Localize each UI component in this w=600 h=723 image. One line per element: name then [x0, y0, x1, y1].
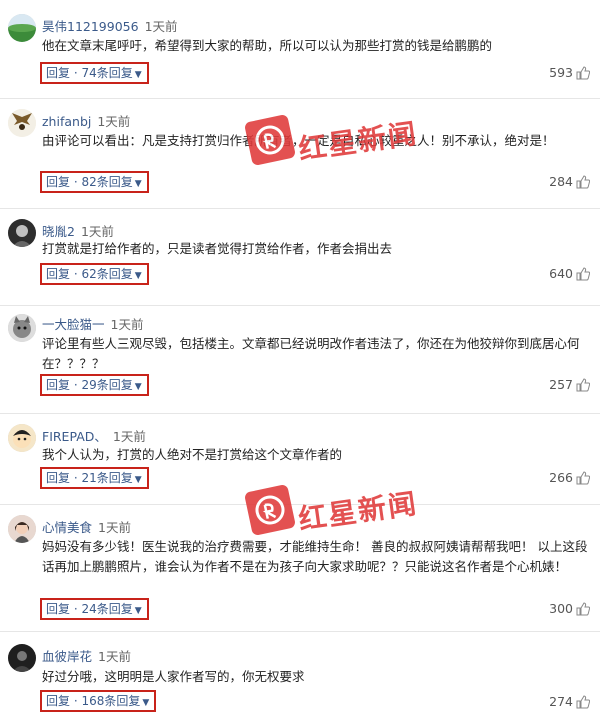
like-count: 274: [549, 694, 573, 709]
like-button[interactable]: 593: [549, 65, 590, 80]
eagle-avatar-icon[interactable]: [8, 109, 36, 137]
comment-text: 评论里有些人三观尽毁，包括楼主。文章都已经说明改作者违法了，你还在为他狡辩你到底…: [42, 336, 580, 371]
username[interactable]: 昊伟112199056: [42, 19, 139, 34]
like-count: 640: [549, 266, 573, 281]
comment-text: 由评论可以看出：凡是支持打赏归作者所有者，一定是自私心较重之人！别不承认，绝对是…: [42, 133, 555, 148]
like-button[interactable]: 274: [549, 694, 590, 709]
reply-label: 回复 · 168条回复: [46, 694, 141, 708]
comment-item: 血彼岸花 1天前 好过分哦，这明明是人家作者写的，你无权要求 回复 · 168条回…: [0, 632, 600, 723]
reply-label: 回复 · 82条回复: [46, 175, 133, 189]
like-count: 593: [549, 65, 573, 80]
reply-label: 回复 · 62条回复: [46, 267, 133, 281]
comment-text: 打赏就是打给作者的，只是读者觉得打赏给作者，作者会捐出去: [42, 241, 393, 256]
comment-meta: FIREPAD、 1天前: [42, 426, 146, 445]
comment-meta: 血彼岸花 1天前: [42, 646, 131, 665]
reply-button[interactable]: 回复 · 62条回复 ▼: [40, 263, 149, 285]
reply-button[interactable]: 回复 · 21条回复 ▼: [40, 467, 149, 489]
thumbs-up-icon: [576, 65, 590, 79]
comment-item: 一大脸猫一 1天前 评论里有些人三观尽毁，包括楼主。文章都已经说明改作者违法了，你…: [0, 306, 600, 414]
username[interactable]: zhifanbj: [42, 114, 91, 129]
chevron-down-icon: ▼: [134, 271, 142, 281]
timestamp: 1天前: [98, 520, 131, 535]
comment-text: 妈妈没有多少钱！医生说我的治疗费需要，才能维持生命！ 善良的叔叔阿姨请帮帮我吧！…: [42, 539, 588, 574]
like-button[interactable]: 266: [549, 470, 590, 485]
username[interactable]: 血彼岸花: [42, 649, 92, 664]
landscape-avatar-icon[interactable]: [8, 14, 36, 42]
like-count: 266: [549, 470, 573, 485]
reply-label: 回复 · 74条回复: [46, 66, 133, 80]
reply-button[interactable]: 回复 · 82条回复 ▼: [40, 171, 149, 193]
timestamp: 1天前: [110, 317, 144, 332]
reply-label: 回复 · 21条回复: [46, 471, 133, 485]
username[interactable]: 心情美食: [42, 520, 92, 535]
username[interactable]: FIREPAD、: [42, 429, 107, 444]
comment-meta: 心情美食 1天前: [42, 517, 131, 536]
thumbs-up-icon: [576, 601, 590, 615]
comment-text: 好过分哦，这明明是人家作者写的，你无权要求: [42, 669, 305, 684]
comment-text: 我个人认为，打赏的人绝对不是打赏给这个文章作者的: [42, 447, 343, 462]
reply-button[interactable]: 回复 · 24条回复 ▼: [40, 598, 149, 620]
comment-meta: 昊伟112199056 1天前: [42, 16, 178, 35]
username[interactable]: 一大脸猫一: [42, 317, 105, 332]
comment-meta: 一大脸猫一 1天前: [42, 314, 143, 333]
chevron-down-icon: ▼: [142, 698, 150, 708]
timestamp: 1天前: [98, 649, 131, 664]
timestamp: 1天前: [144, 19, 178, 34]
comment-meta: zhifanbj 1天前: [42, 111, 130, 130]
comment-item: 心情美食 1天前 妈妈没有多少钱！医生说我的治疗费需要，才能维持生命！ 善良的叔叔…: [0, 505, 600, 632]
like-button[interactable]: 640: [549, 266, 590, 281]
dark-avatar-icon[interactable]: [8, 644, 36, 672]
comment-item: FIREPAD、 1天前 我个人认为，打赏的人绝对不是打赏给这个文章作者的 回复 …: [0, 414, 600, 505]
thumbs-up-icon: [576, 266, 590, 280]
like-button[interactable]: 284: [549, 174, 590, 189]
chevron-down-icon: ▼: [134, 70, 142, 80]
cat-avatar-icon[interactable]: [8, 314, 36, 342]
chevron-down-icon: ▼: [134, 606, 142, 616]
reply-label: 回复 · 24条回复: [46, 602, 133, 616]
comment-text: 他在文章末尾呼吁，希望得到大家的帮助，所以可以认为那些打赏的钱是给鹏鹏的: [42, 38, 493, 53]
comment-item: 昊伟112199056 1天前 他在文章末尾呼吁，希望得到大家的帮助，所以可以认为…: [0, 0, 600, 99]
reply-button[interactable]: 回复 · 29条回复 ▼: [40, 374, 149, 396]
timestamp: 1天前: [80, 224, 114, 239]
like-button[interactable]: 300: [549, 601, 590, 616]
like-count: 257: [549, 377, 573, 392]
reply-button[interactable]: 回复 · 168条回复 ▼: [40, 690, 156, 712]
cartoon-avatar-icon[interactable]: [8, 424, 36, 452]
like-count: 284: [549, 174, 573, 189]
like-count: 300: [549, 601, 573, 616]
thumbs-up-icon: [576, 174, 590, 188]
like-button[interactable]: 257: [549, 377, 590, 392]
username[interactable]: 晓胤2: [42, 224, 75, 239]
thumbs-up-icon: [576, 377, 590, 391]
reply-button[interactable]: 回复 · 74条回复 ▼: [40, 62, 149, 84]
thumbs-up-icon: [576, 694, 590, 708]
chevron-down-icon: ▼: [134, 382, 142, 392]
reply-label: 回复 · 29条回复: [46, 378, 133, 392]
comment-item: zhifanbj 1天前 由评论可以看出：凡是支持打赏归作者所有者，一定是自私心较…: [0, 99, 600, 209]
portrait-avatar-icon[interactable]: [8, 219, 36, 247]
chevron-down-icon: ▼: [134, 179, 142, 189]
comment-item: 晓胤2 1天前 打赏就是打给作者的，只是读者觉得打赏给作者，作者会捐出去 回复 ·…: [0, 209, 600, 306]
chevron-down-icon: ▼: [134, 475, 142, 485]
timestamp: 1天前: [112, 429, 146, 444]
thumbs-up-icon: [576, 470, 590, 484]
comment-meta: 晓胤2 1天前: [42, 221, 114, 240]
girl-avatar-icon[interactable]: [8, 515, 36, 543]
timestamp: 1天前: [97, 114, 131, 129]
